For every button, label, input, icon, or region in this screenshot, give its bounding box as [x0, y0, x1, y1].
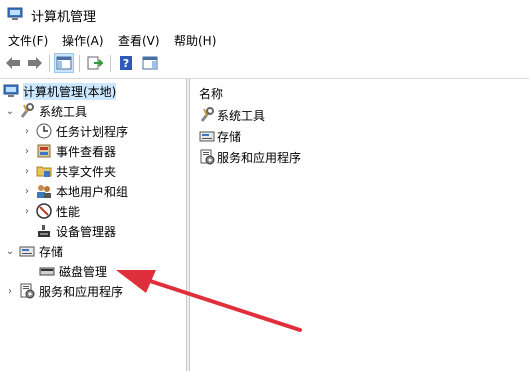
- menu-view[interactable]: 查看(V): [118, 32, 160, 49]
- clock-icon: [36, 123, 52, 139]
- services-icon: [199, 149, 215, 165]
- tree-item-label: 任务计划程序: [56, 124, 129, 139]
- list-item-storage[interactable]: 存储: [199, 127, 241, 145]
- list-item-label: 系统工具: [217, 108, 266, 123]
- device-manager-icon: [36, 223, 52, 239]
- window-title: 计算机管理: [31, 10, 97, 25]
- show-hide-tree-icon[interactable]: [54, 53, 74, 73]
- tree-item-event-viewer[interactable]: › 事件查看器: [22, 141, 116, 161]
- chevron-down-icon[interactable]: ⌄: [5, 106, 15, 117]
- list-item-label: 存储: [217, 129, 242, 144]
- chevron-right-icon[interactable]: ›: [22, 126, 32, 137]
- tools-icon: [19, 103, 35, 119]
- toolbar: ?: [0, 50, 529, 79]
- list-item-services-applications[interactable]: 服务和应用程序: [199, 148, 301, 166]
- tree-item-label: 性能: [56, 204, 81, 219]
- chevron-right-icon[interactable]: ›: [22, 146, 32, 157]
- chevron-right-icon[interactable]: ›: [22, 166, 32, 177]
- navigation-tree: 计算机管理(本地) ⌄ 系统工具 › 任务计划程序 › 事件查看器 › 共享文件…: [0, 79, 186, 371]
- export-list-icon[interactable]: [85, 53, 105, 73]
- tree-item-label: 磁盘管理: [59, 264, 108, 279]
- chevron-down-icon[interactable]: ⌄: [5, 246, 15, 257]
- tree-root-computer-management[interactable]: 计算机管理(本地): [3, 81, 117, 101]
- shared-folder-icon: [36, 163, 52, 179]
- event-viewer-icon: [36, 143, 52, 159]
- svg-text:?: ?: [123, 57, 129, 70]
- content-pane: 名称 系统工具 存储 服务和应用程序: [190, 79, 529, 371]
- forward-arrow-icon[interactable]: [25, 53, 45, 73]
- tree-item-local-users-groups[interactable]: › 本地用户和组: [22, 181, 128, 201]
- chevron-right-icon[interactable]: ›: [22, 186, 32, 197]
- services-icon: [19, 283, 35, 299]
- menu-file[interactable]: 文件(F): [8, 32, 48, 49]
- tree-item-disk-management[interactable]: 磁盘管理: [39, 261, 107, 281]
- performance-icon: [36, 203, 52, 219]
- help-icon[interactable]: ?: [116, 53, 136, 73]
- tree-root-label: 计算机管理(本地): [23, 82, 117, 100]
- users-icon: [36, 183, 52, 199]
- tree-item-label: 服务和应用程序: [39, 284, 124, 299]
- toolbar-separator: [110, 55, 111, 72]
- title-bar: 计算机管理: [0, 0, 529, 30]
- toolbar-separator: [79, 55, 80, 72]
- computer-management-icon: [7, 6, 23, 22]
- tree-item-storage[interactable]: ⌄ 存储: [5, 241, 63, 261]
- chevron-right-icon[interactable]: ›: [22, 206, 32, 217]
- back-arrow-icon[interactable]: [3, 53, 23, 73]
- tree-item-task-scheduler[interactable]: › 任务计划程序: [22, 121, 128, 141]
- list-item-system-tools[interactable]: 系统工具: [199, 106, 265, 124]
- tools-icon: [199, 107, 215, 123]
- tree-item-device-manager[interactable]: 设备管理器: [36, 221, 116, 241]
- menu-action[interactable]: 操作(A): [62, 32, 104, 49]
- menu-help[interactable]: 帮助(H): [174, 32, 216, 49]
- storage-icon: [19, 243, 35, 259]
- tree-item-shared-folders[interactable]: › 共享文件夹: [22, 161, 116, 181]
- tree-item-label: 系统工具: [39, 104, 88, 119]
- tree-item-system-tools[interactable]: ⌄ 系统工具: [5, 101, 87, 121]
- tree-item-label: 存储: [39, 244, 64, 259]
- column-header-name[interactable]: 名称: [199, 85, 223, 102]
- storage-icon: [199, 128, 215, 144]
- tree-item-label: 设备管理器: [56, 224, 117, 239]
- show-action-pane-icon[interactable]: [140, 53, 160, 73]
- toolbar-separator: [49, 55, 50, 72]
- tree-item-performance[interactable]: › 性能: [22, 201, 80, 221]
- tree-item-label: 共享文件夹: [56, 164, 117, 179]
- tree-item-label: 事件查看器: [56, 144, 117, 159]
- list-item-label: 服务和应用程序: [217, 150, 302, 165]
- chevron-right-icon[interactable]: ›: [5, 286, 15, 297]
- disk-icon: [39, 263, 55, 279]
- tree-item-services-applications[interactable]: › 服务和应用程序: [5, 281, 123, 301]
- computer-management-icon: [3, 83, 19, 99]
- menu-bar: 文件(F) 操作(A) 查看(V) 帮助(H): [0, 30, 529, 50]
- tree-item-label: 本地用户和组: [56, 184, 129, 199]
